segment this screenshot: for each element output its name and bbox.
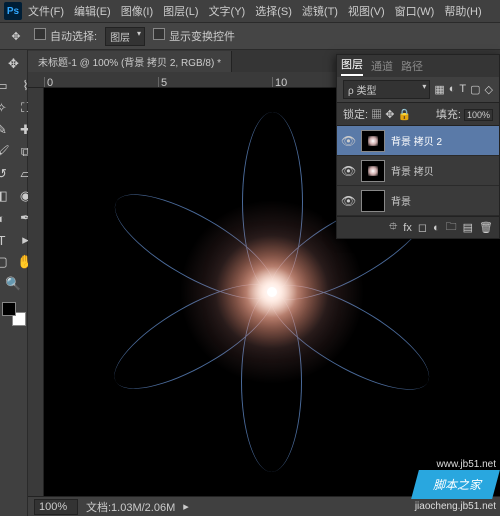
layer-name-label[interactable]: 背景	[391, 193, 411, 208]
filter-pixel-icon[interactable]: ▦	[434, 83, 444, 96]
show-transform-checkbox[interactable]: 显示变换控件	[153, 28, 235, 44]
layer-list: 👁 背景 拷贝 2 👁 背景 拷贝 👁 背景	[337, 126, 499, 216]
layer-thumbnail[interactable]	[361, 130, 385, 152]
menu-filter[interactable]: 滤镜(T)	[298, 1, 342, 21]
gradient-tool-icon[interactable]: ◧	[0, 186, 13, 206]
fill-field[interactable]: 100%	[464, 109, 493, 121]
new-layer-icon[interactable]: ▤	[463, 221, 473, 234]
tools-panel: ✥ ▭⌇ ✧⛶ ✎✚ 🖌⧉ ↺▱ ◧◉ ◐✒ T▸ ▢✋ 🔍	[0, 50, 28, 516]
menu-image[interactable]: 图像(I)	[117, 1, 157, 21]
trash-icon[interactable]: 🗑	[479, 221, 493, 234]
watermark-url: www.jb51.net	[415, 459, 496, 470]
tab-layers[interactable]: 图层	[341, 56, 363, 76]
move-tool-icon[interactable]: ✥	[3, 54, 25, 74]
lock-pixels-icon[interactable]: ▦	[371, 109, 382, 121]
link-layers-icon[interactable]: ⯐	[389, 218, 397, 237]
layer-row[interactable]: 👁 背景	[337, 186, 499, 216]
layers-panel: 图层 通道 路径 ρ 类型 ▦ ◐ T ▢ ◇ 锁定: ▦ ✥ 🔒 填充: 10…	[336, 54, 500, 239]
visibility-toggle-icon[interactable]: 👁	[341, 194, 355, 208]
lock-all-icon[interactable]: 🔒	[397, 109, 411, 121]
filter-type-icon[interactable]: T	[459, 83, 466, 96]
watermark: www.jb51.net 脚本之家 jiaocheng.jb51.net	[415, 459, 496, 512]
menu-select[interactable]: 选择(S)	[251, 1, 296, 21]
doc-info-label: 文档:1.03M/2.06M	[86, 499, 175, 515]
menu-file[interactable]: 文件(F)	[24, 1, 68, 21]
filter-shape-icon[interactable]: ▢	[470, 83, 480, 96]
layer-kind-dropdown[interactable]: ρ 类型	[343, 80, 430, 99]
ruler-vertical	[28, 88, 44, 496]
fx-icon[interactable]: fx	[403, 222, 412, 234]
wand-tool-icon[interactable]: ✧	[0, 98, 13, 118]
menu-bar: Ps 文件(F) 编辑(E) 图像(I) 图层(L) 文字(Y) 选择(S) 滤…	[0, 0, 500, 22]
panel-tab-strip: 图层 通道 路径	[337, 55, 499, 77]
fill-label: 填充:	[436, 109, 461, 121]
brush-tool-icon[interactable]: 🖌	[0, 142, 13, 162]
app-logo: Ps	[4, 2, 22, 20]
menu-layer[interactable]: 图层(L)	[159, 1, 202, 21]
layer-name-label[interactable]: 背景 拷贝	[391, 163, 434, 178]
group-icon[interactable]: 🗀	[446, 218, 457, 237]
mask-icon[interactable]: ◻	[418, 221, 427, 234]
lock-label: 锁定:	[343, 109, 368, 121]
zoom-tool-icon[interactable]: 🔍	[3, 274, 25, 294]
eyedropper-tool-icon[interactable]: ✎	[0, 120, 13, 140]
menu-type[interactable]: 文字(Y)	[205, 1, 250, 21]
visibility-toggle-icon[interactable]: 👁	[341, 164, 355, 178]
options-bar: ✥ 自动选择: 图层 显示变换控件	[0, 22, 500, 50]
menu-view[interactable]: 视图(V)	[344, 1, 389, 21]
menu-edit[interactable]: 编辑(E)	[70, 1, 115, 21]
layer-row[interactable]: 👁 背景 拷贝 2	[337, 126, 499, 156]
marquee-tool-icon[interactable]: ▭	[0, 76, 13, 96]
menu-window[interactable]: 窗口(W)	[391, 1, 439, 21]
document-tab[interactable]: 未标题-1 @ 100% (背景 拷贝 2, RGB/8) *	[28, 51, 232, 72]
filter-smart-icon[interactable]: ◇	[485, 83, 493, 96]
layers-footer: ⯐ fx ◻ ◐ 🗀 ▤ 🗑	[337, 216, 499, 238]
dodge-tool-icon[interactable]: ◐	[0, 208, 13, 228]
tab-paths[interactable]: 路径	[401, 58, 423, 74]
shape-tool-icon[interactable]: ▢	[0, 252, 13, 272]
history-brush-tool-icon[interactable]: ↺	[0, 164, 13, 184]
adjustment-icon[interactable]: ◐	[433, 222, 440, 234]
tab-channels[interactable]: 通道	[371, 58, 393, 74]
filter-adjust-icon[interactable]: ◐	[449, 83, 456, 96]
color-swatches[interactable]	[2, 302, 26, 326]
watermark-banner: 脚本之家	[411, 470, 500, 499]
layer-row[interactable]: 👁 背景 拷贝	[337, 156, 499, 186]
menu-help[interactable]: 帮助(H)	[440, 1, 485, 21]
type-tool-icon[interactable]: T	[0, 230, 13, 250]
lock-position-icon[interactable]: ✥	[385, 109, 394, 121]
zoom-field[interactable]: 100%	[34, 499, 78, 515]
layer-thumbnail[interactable]	[361, 190, 385, 212]
layer-name-label[interactable]: 背景 拷贝 2	[391, 133, 442, 148]
foreground-swatch[interactable]	[2, 302, 16, 316]
visibility-toggle-icon[interactable]: 👁	[341, 134, 355, 148]
doc-info-chevron-icon[interactable]: ▸	[183, 500, 189, 513]
auto-select-checkbox[interactable]: 自动选择:	[34, 28, 97, 44]
layer-thumbnail[interactable]	[361, 160, 385, 182]
move-tool-indicator-icon: ✥	[6, 26, 26, 46]
auto-select-dropdown[interactable]: 图层	[105, 27, 145, 46]
watermark-suburl: jiaocheng.jb51.net	[415, 501, 496, 512]
